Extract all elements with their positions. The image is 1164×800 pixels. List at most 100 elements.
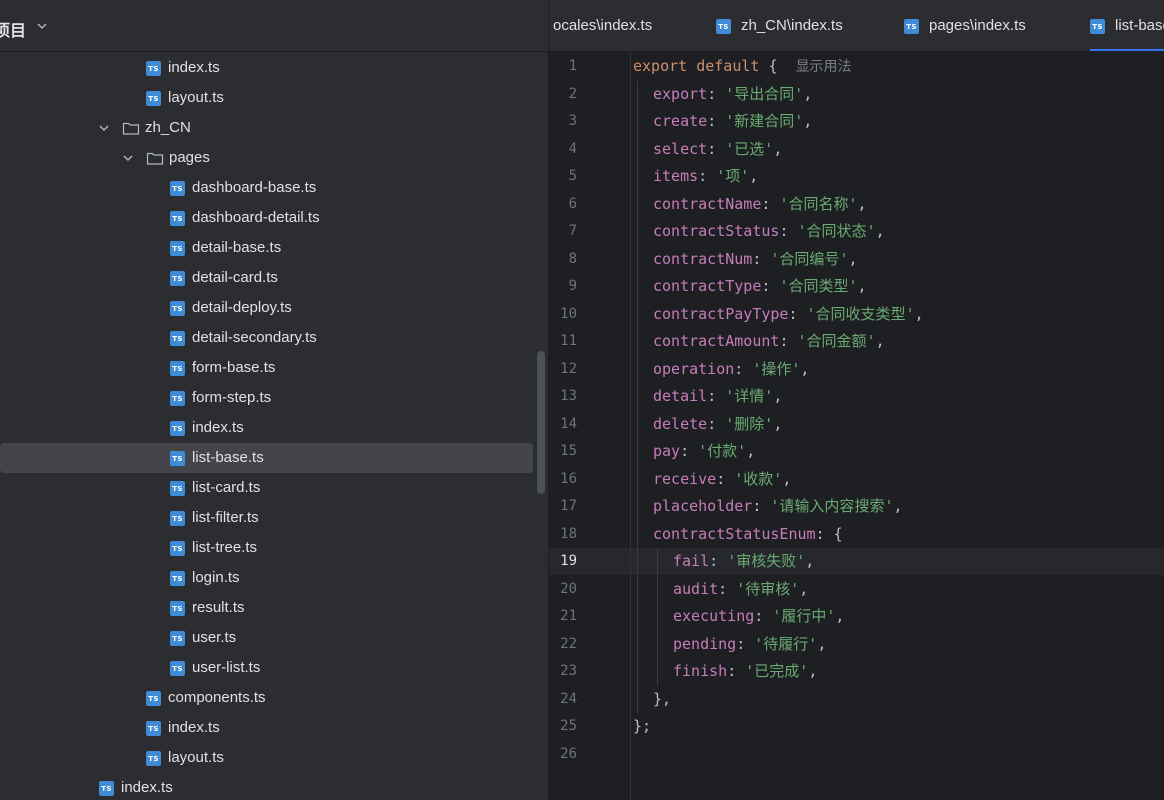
- punctuation: ,: [805, 552, 815, 570]
- tree-item[interactable]: TS list-tree.ts: [0, 533, 548, 563]
- line-number: 12: [560, 360, 577, 377]
- tree-item-label: form-base.ts: [192, 359, 276, 376]
- string-value: '待审核': [736, 579, 800, 598]
- tree-item[interactable]: TS list-base.ts: [0, 443, 548, 473]
- ts-file-icon: TS: [170, 301, 185, 316]
- ts-file-icon: TS: [146, 721, 161, 736]
- tree-item[interactable]: TS form-base.ts: [0, 353, 548, 383]
- ts-file-icon: TS: [170, 241, 185, 256]
- code-area[interactable]: 1 export default { 显示用法 2 export: '导出合同', 3 c…: [549, 53, 1164, 800]
- editor-tab[interactable]: TS list-base.ts: [1090, 0, 1164, 51]
- tree-item[interactable]: TS detail-card.ts: [0, 263, 548, 293]
- tree-item[interactable]: TS dashboard-base.ts: [0, 173, 548, 203]
- code-line[interactable]: 13 detail: '详情',: [549, 383, 1164, 410]
- chevron-down-icon[interactable]: [36, 20, 48, 32]
- ts-file-icon: TS: [170, 331, 185, 346]
- tree-item[interactable]: TS index.ts: [0, 713, 548, 743]
- code-line[interactable]: 2 export: '导出合同',: [549, 81, 1164, 108]
- tree-item[interactable]: TS user.ts: [0, 623, 548, 653]
- line-number: 1: [568, 58, 577, 74]
- editor-tab[interactable]: ocales\index.ts: [553, 0, 723, 51]
- editor-tab[interactable]: TS pages\index.ts: [904, 0, 1074, 51]
- line-number: 21: [560, 608, 577, 624]
- punctuation: ,: [835, 607, 845, 625]
- ide-window: 项目 TS index.ts TS layout.ts zh_CN pages TS dash…: [0, 0, 1164, 800]
- punctuation: ,: [803, 112, 813, 130]
- code-text: audit: '待审核',: [673, 576, 808, 603]
- tree-item[interactable]: TS components.ts: [0, 683, 548, 713]
- code-line[interactable]: 15 pay: '付款',: [549, 438, 1164, 465]
- punctuation: :: [752, 497, 771, 515]
- code-text: contractAmount: '合同金额',: [653, 328, 885, 355]
- tree-item[interactable]: TS layout.ts: [0, 83, 548, 113]
- code-line[interactable]: 26: [549, 741, 1164, 768]
- line-number: 15: [560, 443, 577, 459]
- code-line[interactable]: 6 contractName: '合同名称',: [549, 191, 1164, 218]
- code-line[interactable]: 14 delete: '删除',: [549, 411, 1164, 438]
- tree-item[interactable]: TS detail-secondary.ts: [0, 323, 548, 353]
- punctuation: ,: [875, 222, 885, 240]
- code-line[interactable]: 22 pending: '待履行',: [549, 631, 1164, 658]
- code-line[interactable]: 3 create: '新建合同',: [549, 108, 1164, 135]
- tree-item[interactable]: TS list-card.ts: [0, 473, 548, 503]
- tree-item[interactable]: TS detail-deploy.ts: [0, 293, 548, 323]
- property-key: fail: [673, 552, 710, 570]
- property-key: audit: [673, 579, 719, 598]
- tree-item[interactable]: zh_CN: [0, 113, 548, 143]
- code-line[interactable]: 5 items: '项',: [549, 163, 1164, 190]
- code-line[interactable]: 19 fail: '审核失败',: [549, 548, 1164, 575]
- tree-item-label: login.ts: [192, 569, 240, 586]
- tree-item[interactable]: TS dashboard-detail.ts: [0, 203, 548, 233]
- code-line[interactable]: 11 contractAmount: '合同金额',: [549, 328, 1164, 355]
- code-line[interactable]: 24},: [549, 686, 1164, 713]
- code-text: contractStatus: '合同状态',: [653, 218, 885, 245]
- tree-item[interactable]: TS list-filter.ts: [0, 503, 548, 533]
- punctuation: ,: [857, 194, 867, 213]
- string-value: '合同金额': [797, 332, 876, 350]
- code-line[interactable]: 9 contractType: '合同类型',: [549, 273, 1164, 300]
- chevron-down-icon[interactable]: [122, 152, 134, 164]
- tree-item[interactable]: pages: [0, 143, 548, 173]
- tree-item-label: index.ts: [168, 719, 220, 736]
- code-line[interactable]: 18 contractStatusEnum: {: [549, 521, 1164, 548]
- code-line[interactable]: 7 contractStatus: '合同状态',: [549, 218, 1164, 245]
- editor: ocales\index.ts TS zh_CN\index.ts TS pages\i…: [549, 0, 1164, 800]
- tree-item[interactable]: TS layout.ts: [0, 743, 548, 773]
- line-number: 16: [560, 470, 577, 487]
- property-key: receive: [653, 469, 717, 488]
- code-line[interactable]: 1 export default { 显示用法: [549, 53, 1164, 80]
- string-value: '合同状态': [797, 222, 876, 240]
- tree-item[interactable]: TS form-step.ts: [0, 383, 548, 413]
- code-line[interactable]: 12 operation: '操作',: [549, 356, 1164, 383]
- tree-item[interactable]: TS index.ts: [0, 53, 548, 83]
- punctuation: :: [761, 194, 780, 213]
- code-line[interactable]: 17 placeholder: '请输入内容搜索',: [549, 493, 1164, 520]
- code-line[interactable]: 25};: [549, 713, 1164, 740]
- editor-tab[interactable]: TS zh_CN\index.ts: [716, 0, 886, 51]
- tree-item[interactable]: TS user-list.ts: [0, 653, 548, 683]
- tree-item-label: index.ts: [192, 419, 244, 436]
- tree-scrollbar[interactable]: [537, 351, 545, 494]
- tree-item[interactable]: TS detail-base.ts: [0, 233, 548, 263]
- code-line[interactable]: 23 finish: '已完成',: [549, 658, 1164, 685]
- code-line[interactable]: 20 audit: '待审核',: [549, 576, 1164, 603]
- tree-item[interactable]: TS index.ts: [0, 773, 548, 800]
- punctuation: ,: [782, 469, 792, 488]
- tree-item-label: list-card.ts: [192, 479, 261, 496]
- code-line[interactable]: 4 select: '已选',: [549, 136, 1164, 163]
- chevron-down-icon[interactable]: [98, 122, 110, 134]
- punctuation: :: [754, 607, 773, 625]
- tree-item-label: dashboard-base.ts: [192, 179, 317, 196]
- code-line[interactable]: 8 contractNum: '合同编号',: [549, 246, 1164, 273]
- string-value: '操作': [752, 359, 801, 378]
- tree-item[interactable]: TS login.ts: [0, 563, 548, 593]
- code-line[interactable]: 21 executing: '履行中',: [549, 603, 1164, 630]
- project-panel-title[interactable]: 项目: [0, 17, 26, 41]
- punctuation: :: [752, 249, 771, 268]
- tree-item[interactable]: TS result.ts: [0, 593, 548, 623]
- code-line[interactable]: 10 contractPayType: '合同收支类型',: [549, 301, 1164, 328]
- tree-item[interactable]: TS index.ts: [0, 413, 548, 443]
- string-value: '已完成': [745, 662, 809, 680]
- code-line[interactable]: 16 receive: '收款',: [549, 466, 1164, 493]
- line-number: 5: [568, 168, 577, 184]
